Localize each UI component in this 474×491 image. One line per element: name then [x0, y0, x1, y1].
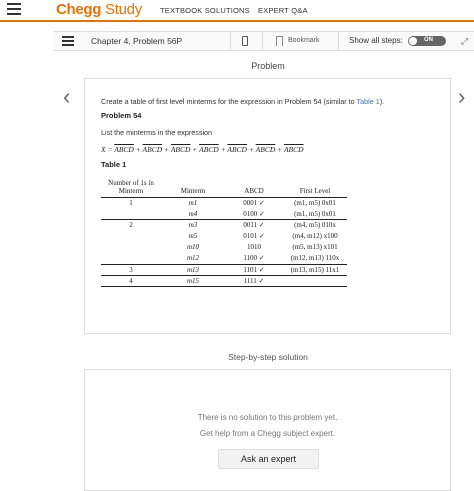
cell-minterm: m5 [188, 232, 198, 241]
cell-abcd: 1111 ✓ [225, 274, 283, 288]
table-header-row: Number of 1s in Minterm Minterm ABCD Fir… [101, 174, 347, 198]
bookmark-icon[interactable] [276, 36, 283, 46]
table-row: 4 m15 1111 ✓ [101, 274, 347, 288]
table-row: m12 1100 ✓ (m12, m13) 110x [101, 253, 347, 264]
cell-abcd: 0100 ✓ [243, 209, 265, 218]
menu-icon[interactable] [7, 3, 21, 15]
problem-heading: Problem [251, 61, 285, 71]
toggle-state: ON [424, 37, 433, 43]
header-number-of-1s: Number of 1s in Minterm [101, 174, 161, 198]
cell-count [101, 208, 161, 219]
cell-count [101, 253, 161, 264]
toolbar-divider [262, 31, 263, 51]
mobile-icon[interactable] [242, 36, 248, 46]
no-solution-message: There is no solution to this problem yet… [197, 413, 338, 422]
cell-first-level: (m1, m5) 0x01 [294, 198, 336, 207]
cell-count [101, 242, 161, 253]
show-steps-toggle[interactable]: ON [408, 36, 446, 46]
toolbar-divider [338, 31, 339, 51]
header-minterm: Minterm [161, 174, 225, 198]
toggle-knob [409, 37, 417, 45]
header-first-level: First Level [283, 174, 347, 198]
cell-first-level: (m4, m12) x100 [292, 232, 338, 241]
boolean-expression: X = ABCD + ABCD + ABCD + ABCD + ABCD + A… [101, 145, 304, 154]
cell-first-level: (m12, m13) 110x [290, 254, 340, 263]
nav-textbook-solutions[interactable]: TEXTBOOK SOLUTIONS [160, 6, 250, 15]
cell-count: 2 [101, 218, 161, 231]
cell-first-level: (m5, m13) x101 [292, 243, 338, 252]
cell-first-level [283, 274, 347, 288]
problem-statement: List the minterms in the expression [101, 128, 213, 137]
show-all-steps-label: Show all steps: [349, 36, 403, 45]
cell-abcd: 1010 [247, 243, 261, 252]
cell-minterm: m10 [186, 243, 200, 252]
cell-count: 1 [129, 198, 133, 207]
expand-icon[interactable]: ⤢ [461, 36, 468, 47]
cell-abcd: 0001 ✓ [243, 198, 265, 207]
chapter-title: Chapter 4, Problem 56P [91, 36, 183, 46]
header-abcd: ABCD [225, 174, 283, 198]
cell-abcd: 0101 ✓ [243, 232, 265, 241]
nav-expert-qa[interactable]: EXPERT Q&A [258, 6, 308, 15]
cell-abcd: 1100 ✓ [243, 254, 265, 263]
table-row: m5 0101 ✓ (m4, m12) x100 [101, 231, 347, 242]
problem-54-title: Problem 54 [101, 111, 142, 120]
cell-first-level: (m4, m5) 010x [283, 218, 347, 231]
table-row: 2 m3 0011 ✓ (m4, m5) 010x [101, 218, 347, 231]
table-row: m10 1010 (m5, m13) x101 [101, 242, 347, 253]
table-row: m4 0100 ✓ (m1, m5) 0x01 [101, 208, 347, 219]
table-1-link[interactable]: Table 1 [357, 97, 380, 106]
table-caption: Table 1 [101, 160, 127, 169]
cell-minterm: m15 [161, 274, 225, 288]
cell-minterm: m3 [161, 218, 225, 231]
cell-count: 4 [101, 274, 161, 288]
cell-count [101, 231, 161, 242]
cell-abcd: 1101 ✓ [225, 263, 283, 276]
table-row: 3 m13 1101 ✓ (m13, m15) 11x1 [101, 263, 347, 276]
toolbar-divider [230, 31, 231, 51]
get-help-message: Get help from a Chegg subject expert. [199, 429, 336, 438]
cell-minterm: m4 [188, 209, 198, 218]
cell-first-level: (m13, m15) 11x1 [283, 263, 347, 276]
cell-minterm: m1 [188, 198, 198, 207]
ask-an-expert-button[interactable]: Ask an expert [218, 449, 319, 469]
cell-first-level: (m1, m5) 0x01 [294, 209, 336, 218]
cell-minterm: m12 [186, 254, 200, 263]
cell-abcd: 0011 ✓ [225, 218, 283, 231]
table-row: 1 m1 0001 ✓ (m1, m5) 0x01 [101, 197, 347, 208]
minterm-table: Number of 1s in Minterm Minterm ABCD Fir… [101, 174, 347, 288]
bookmark-button[interactable]: Bookmark [288, 37, 320, 44]
problem-intro: Create a table of first level minterms f… [101, 97, 385, 106]
chapter-list-icon[interactable] [62, 36, 74, 46]
next-problem-chevron-icon[interactable]: › [458, 86, 465, 108]
cell-minterm: m13 [161, 263, 225, 276]
step-by-step-heading: Step-by-step solution [228, 352, 308, 362]
cell-count: 3 [101, 263, 161, 276]
previous-problem-chevron-icon[interactable]: ‹ [63, 86, 70, 108]
chegg-study-logo[interactable]: Chegg Study [56, 1, 142, 18]
